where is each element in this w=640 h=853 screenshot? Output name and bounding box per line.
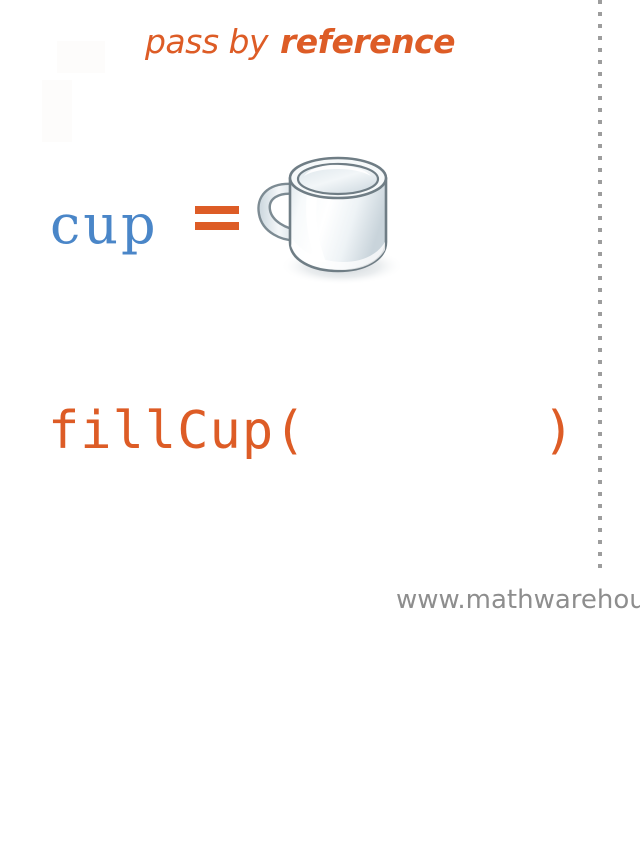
equals-bar-top — [195, 206, 239, 214]
equals-bar-bottom — [195, 222, 239, 230]
function-call-line: fillCup( ) — [48, 396, 578, 466]
slide-canvas: pass by reference cup fillCup() www.mat… — [0, 0, 640, 853]
function-call-tail: ) — [543, 401, 576, 461]
assignment-row: cup — [48, 140, 468, 290]
background-artifact-b — [42, 80, 72, 142]
watermark-url: www.mathwarehouse.com — [396, 585, 640, 615]
equals-operator-icon — [195, 196, 239, 242]
coffee-mug-icon — [246, 138, 416, 293]
function-call-head: fillCup( — [48, 401, 307, 461]
variable-label-cup: cup — [50, 193, 159, 256]
dotted-divider — [598, 0, 602, 572]
title-light-part: pass by — [144, 22, 269, 61]
slide-title: pass by reference — [0, 22, 600, 61]
title-bold-part: reference — [280, 22, 456, 61]
